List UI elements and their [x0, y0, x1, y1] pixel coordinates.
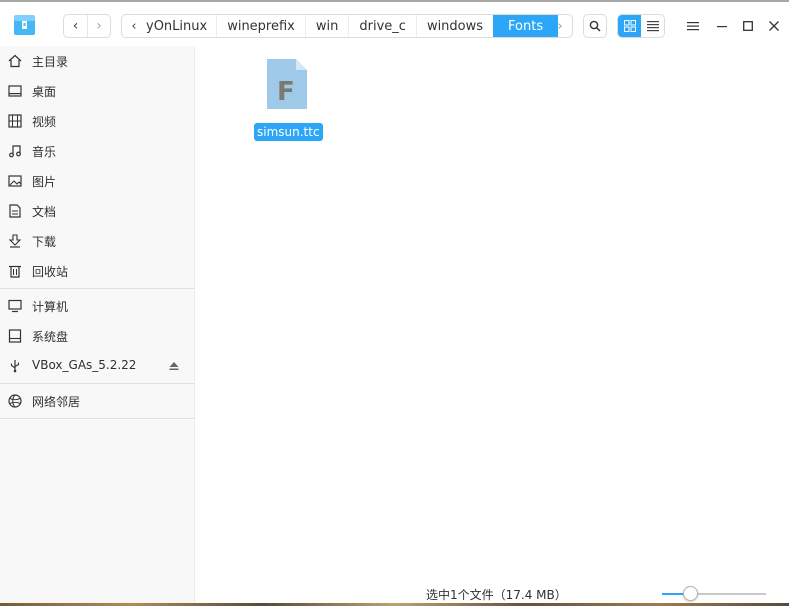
sidebar: 主目录 桌面 视频 音乐 图片 文档 下载 回收站 计算机 系统盘 VBox_G…: [0, 46, 195, 606]
music-icon: [9, 145, 21, 158]
sidebar-item-home[interactable]: 主目录: [0, 47, 195, 75]
navigation-buttons: ‹ ›: [63, 14, 111, 38]
sidebar-item-label: 图片: [32, 175, 57, 189]
sidebar-item-network[interactable]: 网络邻居: [0, 387, 195, 415]
back-button[interactable]: ‹: [64, 15, 87, 37]
breadcrumb-item[interactable]: drive_c: [348, 15, 416, 37]
sidebar-item-label: 视频: [32, 115, 57, 129]
breadcrumb-item[interactable]: wineprefix: [216, 15, 305, 37]
list-view-button[interactable]: [641, 15, 664, 37]
sidebar-item-computer[interactable]: 计算机: [0, 292, 195, 320]
maximize-icon: [743, 21, 753, 31]
selection-status-text: 选中1个文件（17.4 MB）: [426, 588, 567, 602]
sidebar-item-label: 下载: [32, 235, 57, 249]
sidebar-item-label: 回收站: [32, 265, 69, 279]
close-icon: [769, 21, 779, 31]
computer-icon: [8, 299, 22, 313]
minimize-button[interactable]: [710, 14, 734, 38]
sidebar-item-label: 系统盘: [32, 330, 69, 344]
sidebar-item-trash[interactable]: 回收站: [0, 257, 195, 285]
download-icon: [8, 234, 22, 248]
chevron-right-icon: ›: [557, 18, 563, 34]
desktop-icon: [8, 85, 22, 97]
search-button[interactable]: [583, 14, 607, 38]
trash-icon: [9, 265, 21, 278]
zoom-slider-thumb[interactable]: [683, 586, 698, 601]
breadcrumb-scroll-left-button[interactable]: ‹: [122, 15, 146, 37]
file-view[interactable]: F simsun.ttc: [196, 46, 789, 584]
sidebar-divider: [0, 418, 195, 419]
sidebar-divider: [0, 288, 195, 289]
breadcrumb-item[interactable]: yOnLinux: [146, 15, 216, 37]
forward-button[interactable]: ›: [86, 15, 110, 37]
view-mode-switch: [617, 14, 665, 38]
chevron-right-icon: ›: [96, 18, 102, 34]
disk-icon: [8, 329, 22, 343]
sidebar-item-label: 文档: [32, 205, 57, 219]
sidebar-item-vbox-gas[interactable]: VBox_GAs_5.2.22: [0, 352, 195, 380]
usb-icon: [10, 360, 20, 373]
breadcrumb-item[interactable]: windows: [415, 15, 493, 37]
sidebar-item-label: VBox_GAs_5.2.22: [32, 358, 137, 372]
sidebar-item-music[interactable]: 音乐: [0, 137, 195, 165]
title-bar: ‹ › ‹ yOnLinux wineprefix win drive_c wi…: [0, 4, 789, 46]
sidebar-item-downloads[interactable]: 下载: [0, 227, 195, 255]
sidebar-item-system-disk[interactable]: 系统盘: [0, 322, 195, 350]
search-icon: [589, 20, 601, 32]
sidebar-item-label: 计算机: [32, 300, 69, 314]
main-menu-button[interactable]: [681, 14, 705, 38]
font-file-icon: F: [267, 59, 307, 109]
sidebar-item-video[interactable]: 视频: [0, 107, 195, 135]
video-icon: [8, 114, 22, 128]
grid-icon: [623, 20, 636, 32]
picture-icon: [8, 175, 22, 187]
sidebar-divider: [0, 383, 195, 384]
sidebar-item-pictures[interactable]: 图片: [0, 167, 195, 195]
breadcrumb-scroll-right-button[interactable]: ›: [548, 15, 572, 37]
menu-icon: [687, 22, 699, 31]
document-icon: [9, 204, 21, 218]
close-button[interactable]: [762, 14, 786, 38]
maximize-button[interactable]: [736, 14, 760, 38]
file-manager-window: ‹ › ‹ yOnLinux wineprefix win drive_c wi…: [0, 0, 789, 606]
sidebar-item-label: 网络邻居: [32, 395, 81, 409]
icon-view-button[interactable]: [618, 15, 641, 37]
sidebar-item-documents[interactable]: 文档: [0, 197, 195, 225]
network-icon: [8, 394, 22, 408]
sidebar-item-label: 音乐: [32, 145, 57, 159]
home-icon: [8, 54, 22, 68]
breadcrumb: ‹ yOnLinux wineprefix win drive_c window…: [121, 14, 573, 38]
list-icon: [646, 21, 659, 32]
sidebar-item-label: 桌面: [32, 85, 57, 99]
eject-icon[interactable]: [169, 361, 179, 371]
breadcrumb-item[interactable]: win: [304, 15, 348, 37]
file-name-label[interactable]: simsun.ttc: [254, 123, 323, 141]
file-manager-app-icon: [14, 15, 35, 35]
file-icon-letter: F: [277, 77, 295, 107]
sidebar-item-label: 主目录: [32, 55, 69, 69]
sidebar-item-desktop[interactable]: 桌面: [0, 77, 195, 105]
chevron-left-icon: ‹: [131, 18, 137, 34]
chevron-left-icon: ‹: [72, 18, 79, 34]
minimize-icon: [717, 26, 727, 28]
